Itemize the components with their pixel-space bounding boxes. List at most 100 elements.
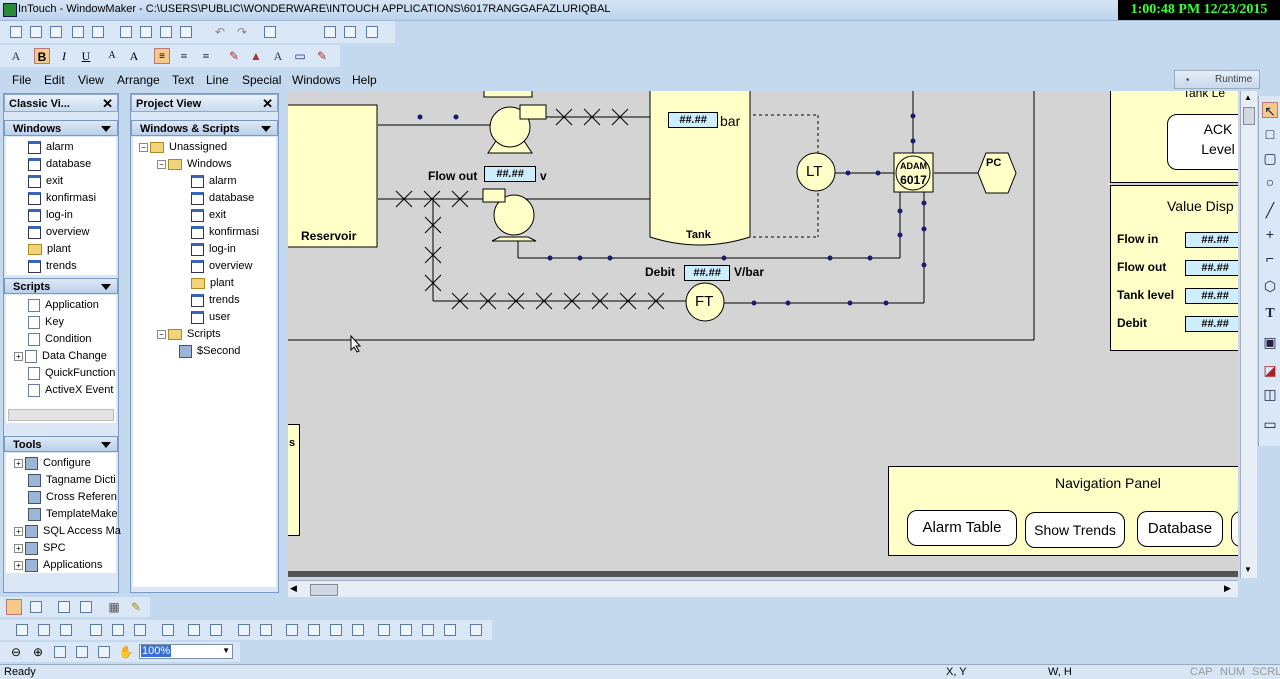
classic-view-toggle-icon[interactable]: [6, 599, 22, 615]
align-centers-icon[interactable]: [160, 622, 176, 638]
expand-icon[interactable]: +: [14, 560, 23, 570]
pan-hand-icon[interactable]: ✋: [118, 644, 134, 660]
window-color-icon[interactable]: ▭: [292, 48, 308, 64]
rectangle-icon[interactable]: □: [1262, 126, 1278, 142]
debit-field[interactable]: ##.##: [684, 265, 730, 281]
space-vertical-icon[interactable]: [258, 622, 274, 638]
debit-value-field[interactable]: ##.##: [1185, 316, 1238, 332]
tree-item[interactable]: exit: [191, 207, 226, 223]
menu-text[interactable]: Text: [172, 73, 194, 87]
menu-file[interactable]: File: [12, 73, 31, 87]
list-item[interactable]: + SPC: [14, 540, 66, 556]
rotate-cw-icon[interactable]: [376, 622, 392, 638]
list-item[interactable]: log-in: [28, 207, 73, 223]
list-item[interactable]: QuickFunction: [28, 365, 115, 381]
expand-icon[interactable]: +: [14, 458, 23, 468]
flip-vertical-icon[interactable]: [442, 622, 458, 638]
list-item[interactable]: plant: [28, 241, 71, 257]
tree-item-scripts-folder[interactable]: − Scripts: [157, 326, 221, 342]
tree-item-unassigned[interactable]: − Unassigned: [139, 139, 227, 155]
zoom-out-icon[interactable]: ⊖: [8, 644, 24, 660]
expand-icon[interactable]: +: [14, 526, 23, 536]
button-tool-icon[interactable]: ▭: [1262, 416, 1278, 432]
line-style-icon[interactable]: ✎: [314, 48, 330, 64]
list-item[interactable]: + Applications: [14, 557, 102, 573]
delete-icon[interactable]: [178, 24, 194, 40]
break-cell-icon[interactable]: [306, 622, 322, 638]
windows-scripts-header[interactable]: Windows & Scripts: [131, 120, 278, 136]
tools-section-header[interactable]: Tools: [4, 436, 118, 452]
print-icon[interactable]: [262, 24, 278, 40]
menu-windows[interactable]: Windows: [292, 73, 341, 87]
flip-horizontal-icon[interactable]: [420, 622, 436, 638]
scroll-thumb[interactable]: [1243, 107, 1255, 125]
menu-help[interactable]: Help: [352, 73, 377, 87]
nav-button-partial[interactable]: [1231, 511, 1238, 547]
tank-level-field[interactable]: ##.##: [1185, 288, 1238, 304]
collapse-icon[interactable]: −: [139, 142, 148, 152]
scroll-down-icon[interactable]: ▼: [1244, 565, 1252, 574]
tree-item[interactable]: alarm: [191, 173, 237, 189]
flow-out-value-field[interactable]: ##.##: [1185, 260, 1238, 276]
polyline-icon[interactable]: ⌐: [1262, 250, 1278, 266]
polygon-icon[interactable]: ⬡: [1262, 278, 1278, 294]
reshape-icon[interactable]: [468, 622, 484, 638]
ellipse-icon[interactable]: ○: [1262, 174, 1278, 190]
make-cell-icon[interactable]: [284, 622, 300, 638]
horizontal-scrollbar[interactable]: [8, 409, 114, 421]
align-center-objects-icon[interactable]: [36, 622, 52, 638]
alarm-table-button[interactable]: Alarm Table: [907, 510, 1017, 546]
space-horizontal-icon[interactable]: [236, 622, 252, 638]
database-button[interactable]: Database: [1137, 511, 1223, 547]
line-icon[interactable]: ╱: [1262, 202, 1278, 218]
grid-icon[interactable]: ▦: [106, 599, 122, 615]
bold-icon[interactable]: B: [34, 48, 50, 64]
align-left-icon[interactable]: ≡: [154, 48, 170, 64]
redo-icon[interactable]: ↷: [234, 24, 250, 40]
rotate-ccw-icon[interactable]: [398, 622, 414, 638]
runtime-icon[interactable]: [322, 24, 338, 40]
tree-item[interactable]: trends: [191, 292, 240, 308]
break-symbol-icon[interactable]: [350, 622, 366, 638]
list-item[interactable]: alarm: [28, 139, 74, 155]
close-icon[interactable]: ✕: [102, 95, 113, 113]
scroll-right-icon[interactable]: ▶: [1224, 583, 1231, 594]
collapse-icon[interactable]: −: [157, 329, 166, 339]
list-item[interactable]: overview: [28, 224, 89, 240]
save-icon[interactable]: [70, 24, 86, 40]
runtime-tab[interactable]: ◔ Runtime: [1174, 70, 1260, 89]
copy-icon[interactable]: [138, 24, 154, 40]
list-item[interactable]: ActiveX Event: [28, 382, 113, 398]
scripts-section-header[interactable]: Scripts: [4, 278, 118, 294]
menu-view[interactable]: View: [78, 73, 104, 87]
scroll-up-icon[interactable]: ▲: [1244, 93, 1252, 102]
align-center-icon[interactable]: ≡: [176, 48, 192, 64]
list-item[interactable]: trends: [28, 258, 77, 274]
align-middle-icon[interactable]: [110, 622, 126, 638]
font-larger-icon[interactable]: A: [126, 48, 142, 64]
close-icon[interactable]: ✕: [262, 95, 273, 113]
list-item[interactable]: TemplateMake: [28, 506, 118, 522]
select-pointer-icon[interactable]: ↖: [1262, 102, 1278, 119]
zoom-select[interactable]: 100% ▼: [139, 644, 233, 659]
zoom-window-icon[interactable]: [74, 644, 90, 660]
flow-in-field[interactable]: ##.##: [1185, 232, 1238, 248]
tree-item[interactable]: plant: [191, 275, 234, 291]
window-settings-icon[interactable]: [342, 24, 358, 40]
text-tool-icon[interactable]: T: [1262, 306, 1278, 322]
cut-icon[interactable]: [118, 24, 134, 40]
list-item[interactable]: Key: [28, 314, 64, 330]
open-icon[interactable]: [28, 24, 44, 40]
paste-icon[interactable]: [158, 24, 174, 40]
menu-edit[interactable]: Edit: [44, 73, 65, 87]
flow-out-field[interactable]: ##.##: [484, 166, 536, 182]
tree-item[interactable]: user: [191, 309, 230, 325]
hv-line-icon[interactable]: +: [1262, 226, 1278, 242]
chevron-down-icon[interactable]: [101, 442, 111, 448]
scroll-left-icon[interactable]: ◀: [290, 583, 297, 594]
list-item[interactable]: Application: [28, 297, 99, 313]
bitmap-icon[interactable]: ▣: [1262, 334, 1278, 350]
collapse-icon[interactable]: −: [157, 159, 166, 169]
windows-section-header[interactable]: Windows: [4, 120, 118, 136]
list-item[interactable]: Tagname Dicti: [28, 472, 116, 488]
